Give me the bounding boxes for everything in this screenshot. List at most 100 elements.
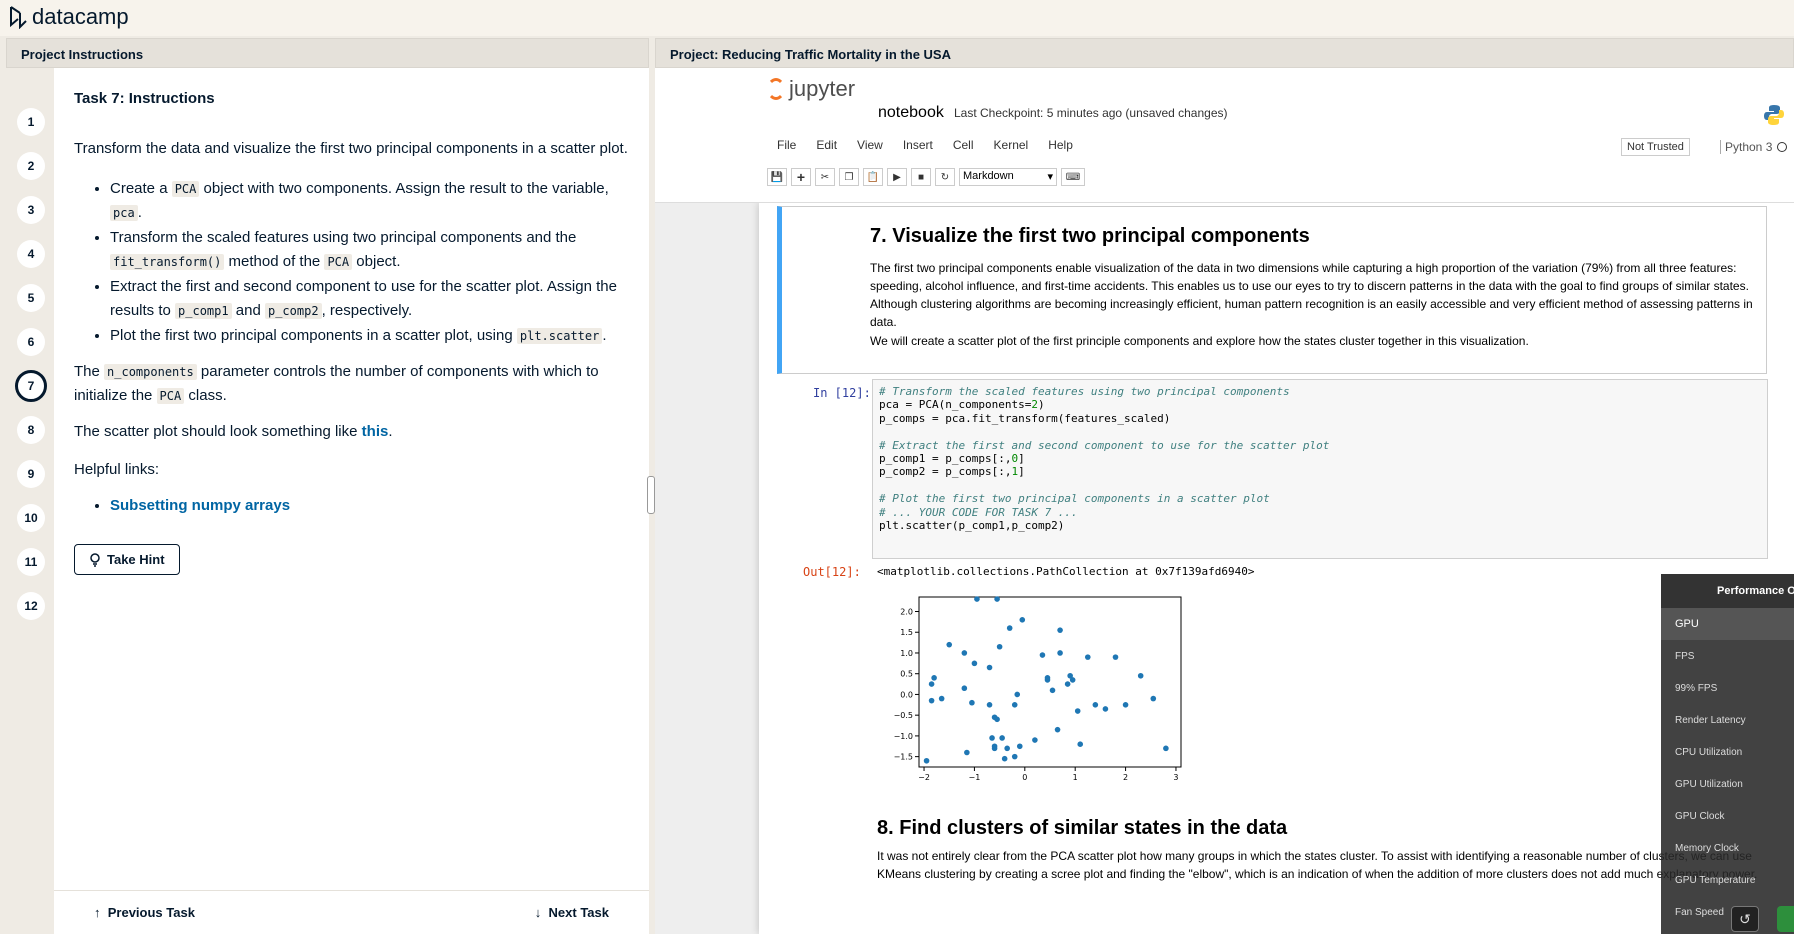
task-step-4[interactable]: 4 bbox=[17, 240, 45, 268]
restart-icon[interactable]: ↻ bbox=[935, 168, 955, 186]
menu-file[interactable]: File bbox=[767, 138, 806, 152]
task-step-5[interactable]: 5 bbox=[17, 284, 45, 312]
kernel-name: Python 3 bbox=[1720, 140, 1772, 154]
code-line: # ... YOUR CODE FOR TASK 7 ... bbox=[879, 505, 1078, 519]
scatter-point bbox=[1092, 702, 1099, 708]
jupyter-toolbar: 💾 + ✂ ❐ 📋 ▶ ■ ↻ Markdown ▾ ⌨ bbox=[767, 168, 1085, 186]
cell-output: <matplotlib.collections.PathCollection a… bbox=[877, 565, 1255, 578]
scatter-point bbox=[999, 735, 1005, 741]
menu-kernel[interactable]: Kernel bbox=[984, 138, 1039, 152]
x-tick-label: −1 bbox=[969, 773, 981, 782]
task-step-rail: 1 2 3 4 5 6 7 8 9 10 11 12 bbox=[6, 68, 54, 934]
scatter-point bbox=[1122, 702, 1129, 708]
y-tick-label: 0.0 bbox=[900, 690, 913, 699]
task-step-10[interactable]: 10 bbox=[17, 504, 45, 532]
menu-insert[interactable]: Insert bbox=[893, 138, 943, 152]
markdown-cell[interactable]: 7. Visualize the first two principal com… bbox=[777, 206, 1767, 374]
lightbulb-icon bbox=[90, 552, 100, 567]
task-step-8[interactable]: 8 bbox=[17, 416, 45, 444]
perf-action-button[interactable] bbox=[1777, 906, 1794, 932]
not-trusted-button[interactable]: Not Trusted bbox=[1621, 138, 1690, 156]
perf-row-gpu-utilization: GPU Utilization bbox=[1675, 778, 1743, 790]
scatter-point bbox=[964, 749, 970, 756]
perf-row-gpu: GPU bbox=[1661, 608, 1794, 640]
task-step-9[interactable]: 9 bbox=[17, 460, 45, 488]
task-step-7[interactable]: 7 bbox=[15, 370, 47, 402]
notebook-name[interactable]: notebook bbox=[878, 104, 944, 122]
cut-icon[interactable]: ✂ bbox=[815, 168, 835, 186]
section-7-para-1: The first two principal components enabl… bbox=[870, 261, 1753, 329]
x-tick-label: 2 bbox=[1123, 773, 1128, 782]
instruction-list: Create a PCA object with two components.… bbox=[110, 177, 629, 348]
jupyter-header: jupyter notebook Last Checkpoint: 5 minu… bbox=[655, 68, 1794, 203]
scatter-point bbox=[971, 660, 978, 667]
example-link[interactable]: this bbox=[362, 423, 389, 440]
scatter-point bbox=[1019, 617, 1026, 623]
task-step-12[interactable]: 12 bbox=[17, 592, 45, 620]
y-tick-label: −0.5 bbox=[894, 711, 913, 720]
code-line: plt.scatter(p_comp1,p_comp2) bbox=[879, 518, 1065, 532]
resize-handle[interactable] bbox=[647, 476, 655, 514]
scatter-point bbox=[1014, 691, 1021, 698]
perf-overlay-title: Performance Overlay bbox=[1717, 585, 1794, 597]
notebook-area: 7. Visualize the first two principal com… bbox=[655, 203, 1794, 934]
task-step-1[interactable]: 1 bbox=[17, 108, 45, 136]
y-tick-label: −1.0 bbox=[894, 732, 913, 741]
x-tick-label: 3 bbox=[1173, 773, 1178, 782]
take-hint-button[interactable]: Take Hint bbox=[74, 544, 180, 575]
scatter-point bbox=[1069, 677, 1076, 683]
scatter-point bbox=[1077, 741, 1084, 747]
paste-icon[interactable]: 📋 bbox=[863, 168, 883, 186]
scatter-note: The scatter plot should look something l… bbox=[74, 423, 393, 440]
save-icon[interactable]: 💾 bbox=[767, 168, 787, 186]
perf-row-99-fps: 99% FPS bbox=[1675, 682, 1718, 694]
out-prompt: Out[12]: bbox=[803, 565, 861, 579]
scatter-point bbox=[928, 681, 935, 687]
task-step-6[interactable]: 6 bbox=[17, 328, 45, 356]
add-cell-icon[interactable]: + bbox=[791, 168, 811, 186]
previous-task-button[interactable]: ↑ Previous Task bbox=[94, 905, 195, 920]
cell-type-select[interactable]: Markdown ▾ bbox=[959, 168, 1057, 186]
jupyter-logo[interactable]: jupyter bbox=[767, 76, 855, 102]
reset-icon[interactable]: ↺ bbox=[1731, 906, 1759, 932]
subsetting-numpy-link[interactable]: Subsetting numpy arrays bbox=[110, 497, 290, 514]
datacamp-logo[interactable]: datacamp bbox=[8, 4, 129, 30]
menu-view[interactable]: View bbox=[847, 138, 893, 152]
run-icon[interactable]: ▶ bbox=[887, 168, 907, 186]
menu-help[interactable]: Help bbox=[1038, 138, 1083, 152]
menu-edit[interactable]: Edit bbox=[806, 138, 847, 152]
helpful-links-label: Helpful links: bbox=[74, 461, 160, 478]
scatter-point bbox=[994, 716, 1000, 723]
section-8-title: 8. Find clusters of similar states in th… bbox=[877, 817, 1288, 839]
task-step-11[interactable]: 11 bbox=[17, 548, 45, 576]
scatter-point bbox=[928, 697, 935, 704]
scatter-point bbox=[1057, 650, 1063, 656]
instruction-item: Create a PCA object with two components.… bbox=[110, 177, 629, 225]
task-step-3[interactable]: 3 bbox=[17, 196, 45, 224]
scatter-point bbox=[1004, 745, 1010, 752]
scatter-point bbox=[1057, 627, 1063, 633]
stop-icon[interactable]: ■ bbox=[911, 168, 931, 186]
scatter-point bbox=[986, 664, 993, 671]
scatter-point bbox=[969, 699, 975, 706]
scatter-point bbox=[994, 596, 1000, 602]
instructions-body: Task 7: Instructions Transform the data … bbox=[54, 68, 649, 890]
perf-row-memory-clock: Memory Clock bbox=[1675, 842, 1739, 854]
copy-icon[interactable]: ❐ bbox=[839, 168, 859, 186]
y-tick-label: 1.0 bbox=[900, 649, 913, 658]
scatter-point bbox=[1044, 677, 1051, 683]
task-step-2[interactable]: 2 bbox=[17, 152, 45, 180]
jupyter-icon bbox=[767, 78, 785, 100]
next-task-button[interactable]: ↓ Next Task bbox=[535, 905, 609, 920]
keyboard-icon[interactable]: ⌨ bbox=[1061, 168, 1085, 186]
menu-cell[interactable]: Cell bbox=[943, 138, 984, 152]
perf-row-fps: FPS bbox=[1675, 650, 1695, 662]
plot-frame bbox=[918, 596, 1182, 768]
scatter-point bbox=[1112, 654, 1119, 660]
code-cell[interactable]: # Transform the scaled features using tw… bbox=[872, 379, 1768, 559]
x-tick-label: 0 bbox=[1022, 773, 1027, 782]
code-line: # Plot the first two principal component… bbox=[879, 492, 1270, 506]
scatter-point bbox=[1150, 695, 1157, 702]
